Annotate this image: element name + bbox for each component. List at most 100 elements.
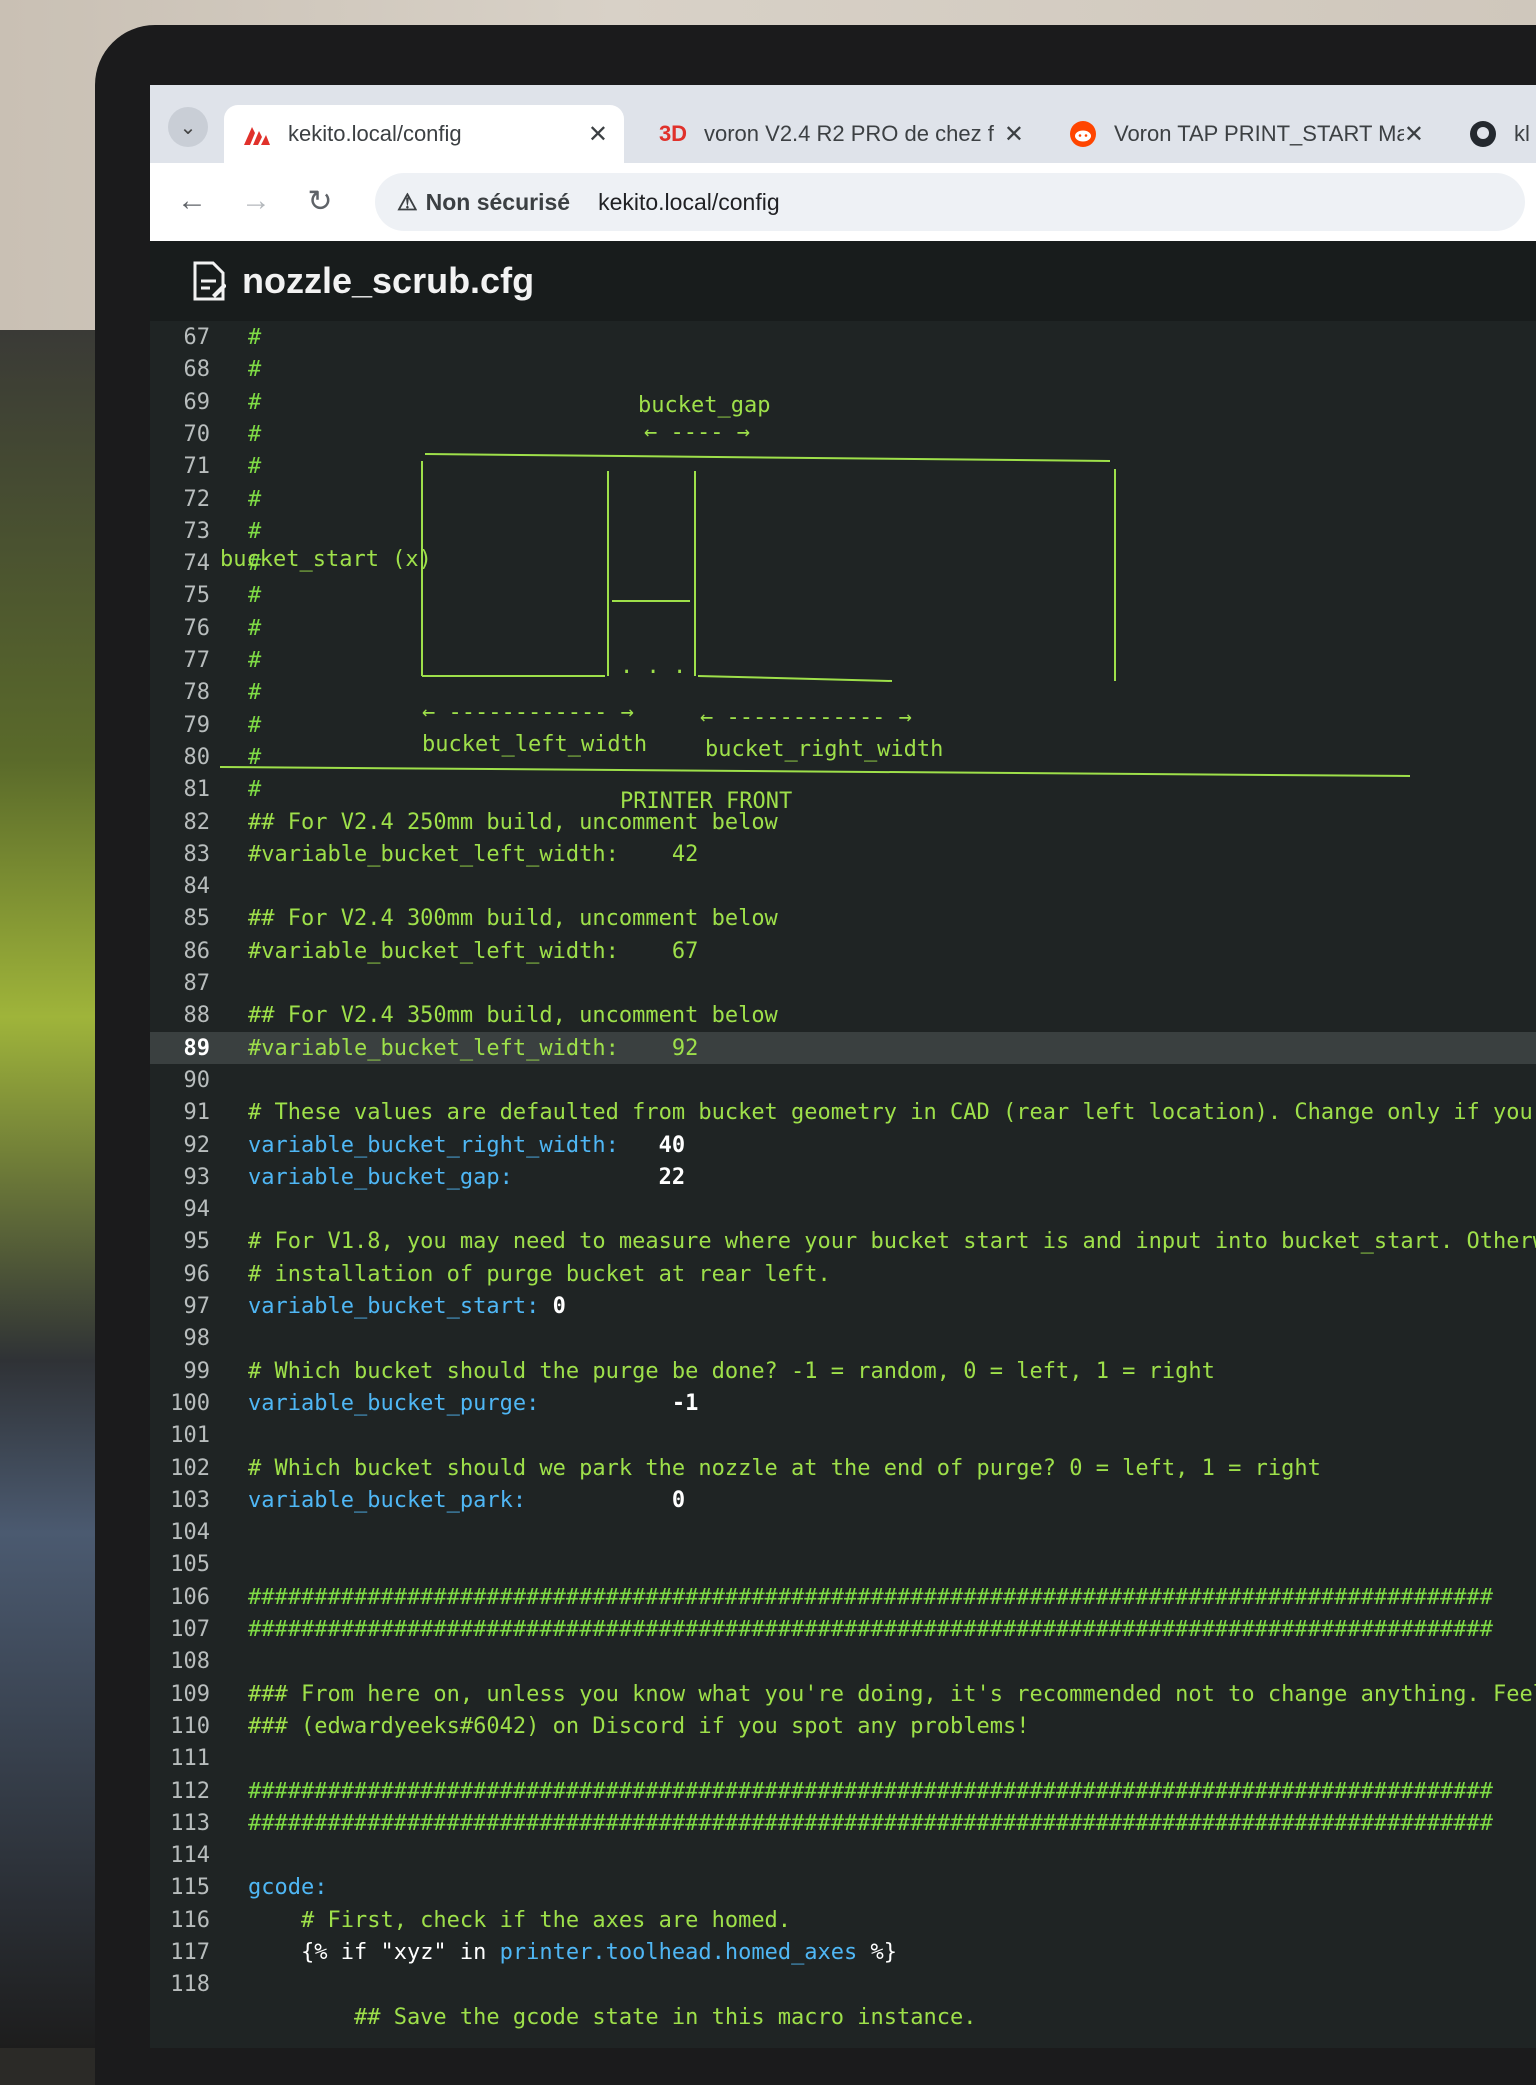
tab-voron-tap-macro[interactable]: Voron TAP PRINT_START Macro ✕: [1050, 105, 1440, 163]
code-token: 0: [526, 1487, 686, 1513]
code-line[interactable]: 76 #: [150, 612, 1536, 644]
code-line[interactable]: 82 ## For V2.4 250mm build, uncomment bel…: [150, 806, 1536, 838]
line-number: 103: [170, 1487, 210, 1513]
line-number: 86: [183, 938, 211, 964]
url-text[interactable]: kekito.local/config: [598, 189, 780, 216]
code-token: ## For V2.4 250mm build, uncomment below: [248, 809, 778, 835]
line-code: ## For V2.4 250mm build, uncomment below: [248, 810, 778, 835]
code-token: ### (edwardyeeks#6042) on Discord if you…: [248, 1713, 1030, 1739]
code-line[interactable]: 94: [150, 1193, 1536, 1225]
close-icon[interactable]: ✕: [588, 120, 608, 149]
tab-github[interactable]: kl: [1450, 105, 1536, 163]
line-code: ########################################…: [248, 1617, 1493, 1642]
code-line[interactable]: 97 variable_bucket_start: 0: [150, 1290, 1536, 1322]
line-number: 73: [183, 518, 211, 544]
code-line[interactable]: 81 #: [150, 773, 1536, 805]
line-number: 74: [183, 551, 211, 577]
line-code: #variable_bucket_left_width: 67: [248, 939, 698, 964]
line-number: 116: [170, 1907, 210, 1933]
code-token: #: [248, 518, 262, 544]
code-line[interactable]: 91 # These values are defaulted from buck…: [150, 1096, 1536, 1128]
code-line[interactable]: 112 #####################################…: [150, 1775, 1536, 1807]
code-line[interactable]: 107 #####################################…: [150, 1613, 1536, 1645]
code-line[interactable]: 118: [150, 1968, 1536, 2000]
code-line[interactable]: 77 #: [150, 644, 1536, 676]
code-line[interactable]: 67 #: [150, 321, 1536, 353]
code-line[interactable]: 104: [150, 1516, 1536, 1548]
code-line[interactable]: 68 #: [150, 353, 1536, 385]
code-token: {% if: [248, 1940, 381, 1965]
code-line[interactable]: 70 #: [150, 418, 1536, 450]
code-line[interactable]: 69 #: [150, 386, 1536, 418]
code-line[interactable]: 80 #: [150, 741, 1536, 773]
line-code: #: [248, 357, 261, 382]
code-line[interactable]: 100 variable_bucket_purge: -1: [150, 1387, 1536, 1419]
editor-header: nozzle_scrub.cfg: [150, 241, 1536, 321]
tab-title: kekito.local/config: [288, 121, 462, 146]
code-line[interactable]: 88 ## For V2.4 350mm build, uncomment bel…: [150, 999, 1536, 1031]
address-bar[interactable]: ⚠ Non sécurisé kekito.local/config: [375, 173, 1525, 231]
code-line[interactable]: 95 # For V1.8, you may need to measure wh…: [150, 1225, 1536, 1257]
forward-arrow-icon[interactable]: →: [236, 181, 276, 221]
code-token: %}: [857, 1940, 898, 1965]
browser-toolbar: ← → ↻ ⚠ Non sécurisé kekito.local/config: [150, 163, 1536, 241]
tab-kekito-config[interactable]: kekito.local/config ✕: [224, 105, 624, 163]
code-line[interactable]: 79 #: [150, 709, 1536, 741]
code-token: #: [248, 712, 262, 738]
code-editor[interactable]: 67 #68 #69 #70 #71 #72 #73 #74 #75 #76 #77 #78 #79 #8…: [150, 321, 1536, 2048]
code-line[interactable]: 106 #####################################…: [150, 1581, 1536, 1613]
line-code: ### From here on, unless you know what y…: [248, 1682, 1536, 1707]
line-number: 92: [183, 1132, 211, 1158]
code-line[interactable]: 102 # Which bucket should we park the noz…: [150, 1452, 1536, 1484]
line-code: ### (edwardyeeks#6042) on Discord if you…: [248, 1714, 1029, 1739]
line-number: 90: [183, 1067, 211, 1093]
code-line[interactable]: 84: [150, 870, 1536, 902]
code-line[interactable]: 108: [150, 1645, 1536, 1677]
code-line[interactable]: 113 #####################################…: [150, 1807, 1536, 1839]
code-line[interactable]: 92 variable_bucket_right_width: 40: [150, 1129, 1536, 1161]
code-line[interactable]: 109 ### From here on, unless you know wha…: [150, 1678, 1536, 1710]
code-line[interactable]: 105: [150, 1548, 1536, 1580]
code-token: # For V1.8, you may need to measure wher…: [248, 1229, 1536, 1255]
code-line[interactable]: 75 #: [150, 579, 1536, 611]
code-line[interactable]: 93 variable_bucket_gap: 22: [150, 1161, 1536, 1193]
code-line[interactable]: 115 gcode:: [150, 1871, 1536, 1903]
code-line[interactable]: 74 #: [150, 547, 1536, 579]
tab-voron-fys[interactable]: 3D voron V2.4 R2 PRO de chez fys ✕: [640, 105, 1040, 163]
code-line[interactable]: 86 #variable_bucket_left_width: 67: [150, 935, 1536, 967]
close-icon[interactable]: ✕: [1404, 120, 1424, 149]
code-line[interactable]: 90: [150, 1064, 1536, 1096]
line-number: 71: [183, 454, 211, 480]
code-line[interactable]: 99 # Which bucket should the purge be don…: [150, 1355, 1536, 1387]
code-line[interactable]: 103 variable_bucket_park: 0: [150, 1484, 1536, 1516]
line-code: ########################################…: [248, 1811, 1493, 1836]
code-line[interactable]: 71 #: [150, 450, 1536, 482]
code-line[interactable]: 98: [150, 1322, 1536, 1354]
code-token: # Which bucket should we park the nozzle…: [248, 1455, 1321, 1481]
reload-icon[interactable]: ↻: [300, 181, 340, 221]
code-line[interactable]: 111: [150, 1742, 1536, 1774]
code-line[interactable]: 83 #variable_bucket_left_width: 42: [150, 838, 1536, 870]
code-line[interactable]: 101: [150, 1419, 1536, 1451]
code-line[interactable]: 117 {% if "xyz" in printer.toolhead.home…: [150, 1936, 1536, 1968]
code-line[interactable]: 110 ### (edwardyeeks#6042) on Discord if …: [150, 1710, 1536, 1742]
security-chip[interactable]: ⚠ Non sécurisé: [397, 189, 570, 216]
code-line[interactable]: 85 ## For V2.4 300mm build, uncomment bel…: [150, 902, 1536, 934]
warning-triangle-icon: ⚠: [397, 188, 418, 215]
back-arrow-icon[interactable]: ←: [172, 181, 212, 221]
line-code: # These values are defaulted from bucket…: [248, 1100, 1536, 1125]
tab-search-chevron-icon[interactable]: ⌄: [168, 107, 208, 147]
code-token: #: [248, 551, 262, 577]
code-line[interactable]: 72 #: [150, 483, 1536, 515]
code-line[interactable]: 78 #: [150, 676, 1536, 708]
code-line[interactable]: 116 # First, check if the axes are homed…: [150, 1904, 1536, 1936]
close-icon[interactable]: ✕: [1004, 120, 1024, 149]
code-line[interactable]: 89 #variable_bucket_left_width: 92: [150, 1031, 1536, 1064]
code-line[interactable]: ## Save the gcode state in this macro in…: [150, 2001, 1536, 2033]
code-line[interactable]: 114: [150, 1839, 1536, 1871]
code-line[interactable]: 87: [150, 967, 1536, 999]
code-token: #: [248, 421, 262, 447]
code-line[interactable]: 96 # installation of purge bucket at rear…: [150, 1258, 1536, 1290]
code-line[interactable]: 73 #: [150, 515, 1536, 547]
line-number: 104: [170, 1520, 210, 1546]
